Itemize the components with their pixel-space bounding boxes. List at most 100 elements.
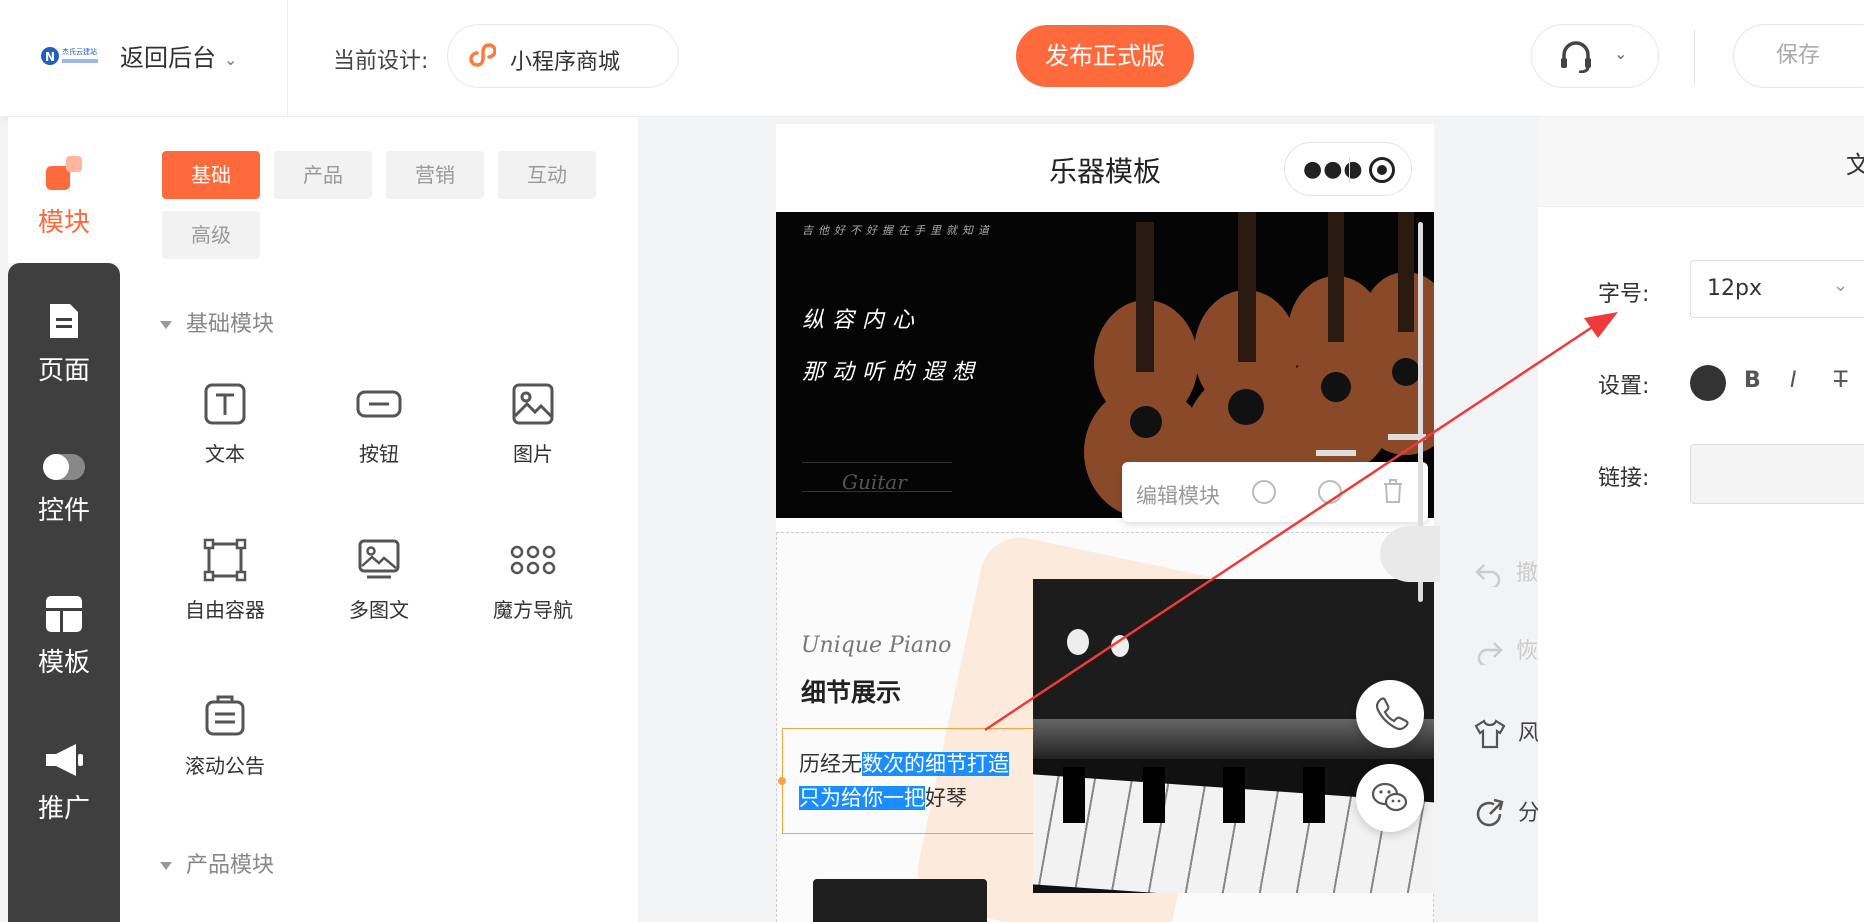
- component-text[interactable]: 文本: [150, 382, 300, 467]
- tab-product[interactable]: 产品: [274, 151, 372, 199]
- detail-text-selected: 数次的细节打造: [862, 752, 1009, 776]
- bold-button[interactable]: B: [1744, 368, 1761, 393]
- edit-module-bar: 编辑模块: [1122, 462, 1428, 522]
- back-to-admin[interactable]: 返回后台 ⌄: [120, 38, 237, 73]
- phone-call-button[interactable]: [1356, 680, 1424, 748]
- tab-marketing[interactable]: 营销: [386, 151, 484, 199]
- redo-tool[interactable]: 恢: [1474, 633, 1539, 668]
- properties-header: 文: [1538, 117, 1864, 207]
- section-product-modules[interactable]: 产品模块: [160, 847, 274, 879]
- rail-label: 模块: [37, 208, 90, 238]
- image-icon: [512, 383, 554, 425]
- header-divider: [287, 0, 288, 117]
- svg-text:N: N: [45, 50, 55, 64]
- tab-interaction[interactable]: 互动: [498, 151, 596, 199]
- phone-preview: 乐器模板 ●●● 吉他好不好握在手里就知道 纵容内心 那动听的遐想 Guitar…: [776, 124, 1434, 922]
- section-label: 基础模块: [186, 312, 275, 337]
- undo-icon: [1475, 564, 1501, 590]
- tab-basic[interactable]: 基础: [162, 151, 260, 199]
- detail-text-selected: 只为给你一把: [799, 786, 925, 810]
- detail-section[interactable]: Unique Piano 细节展示 历经无数次的细节打造 只为给你一把好琴: [776, 530, 1434, 922]
- banner-line-2: 那动听的遐想: [802, 360, 983, 385]
- tool-label: 恢: [1516, 639, 1539, 664]
- logo-text: 杰氏云建站: [62, 47, 97, 56]
- component-free-container[interactable]: 自由容器: [150, 538, 300, 623]
- section-basic-modules[interactable]: 基础模块: [160, 306, 274, 338]
- design-name: 小程序商城: [510, 50, 621, 75]
- text-icon: [204, 383, 246, 425]
- text-color-picker[interactable]: [1690, 365, 1726, 401]
- rail-item-modules[interactable]: 模块: [8, 154, 120, 239]
- detail-text-box[interactable]: 历经无数次的细节打造只为给你一把好琴: [778, 728, 1048, 834]
- share-tool[interactable]: 分: [1474, 795, 1540, 830]
- font-size-label: 字号:: [1598, 282, 1650, 307]
- top-header: N 杰氏云建站 返回后台 ⌄ 当前设计: 小程序商城 发布正式版 ⌄ 保存: [0, 0, 1864, 117]
- rail-label: 模板: [37, 648, 90, 678]
- design-selector[interactable]: 小程序商城: [447, 24, 679, 88]
- link-input[interactable]: [1690, 444, 1864, 504]
- unique-piano-script: Unique Piano: [801, 633, 952, 658]
- rail-item-promotion[interactable]: 推广: [8, 740, 120, 825]
- undo-tool[interactable]: 撤: [1474, 555, 1539, 590]
- publish-button[interactable]: 发布正式版: [1016, 25, 1194, 87]
- more-icon: ●●●: [1303, 157, 1364, 182]
- black-key: [1303, 767, 1325, 823]
- rail-label: 页面: [37, 356, 90, 386]
- tool-label: 撤: [1516, 561, 1539, 586]
- page-icon: [50, 304, 78, 338]
- font-size-select[interactable]: 12px ⌄: [1690, 260, 1864, 318]
- banner-line-1: 纵容内心: [802, 308, 923, 333]
- trash-icon[interactable]: [1382, 478, 1404, 504]
- edit-module-label[interactable]: 编辑模块: [1136, 480, 1220, 510]
- tab-advanced[interactable]: 高级: [162, 211, 260, 259]
- phone-icon: [1375, 697, 1409, 731]
- piano-knob: [1111, 635, 1129, 657]
- style-tool[interactable]: 风: [1474, 715, 1540, 749]
- chevron-down-icon: ⌄: [1614, 44, 1628, 63]
- component-image[interactable]: 图片: [458, 382, 608, 467]
- rail-item-pages[interactable]: 页面: [8, 300, 120, 387]
- component-cube-nav[interactable]: 魔方导航: [458, 538, 608, 623]
- capsule-divider: [1349, 157, 1350, 183]
- detail-text-part: 好琴: [925, 786, 967, 810]
- resize-handle-left[interactable]: [778, 777, 786, 785]
- component-label: 魔方导航: [493, 598, 573, 622]
- caret-down-icon: [160, 321, 172, 329]
- upright-piano-image: [813, 879, 987, 922]
- section-label: 产品模块: [186, 853, 275, 878]
- component-label: 自由容器: [185, 598, 265, 622]
- rail-label: 推广: [37, 794, 90, 824]
- tool-label: 分: [1518, 801, 1541, 826]
- notice-icon: [205, 695, 245, 736]
- component-scroll-notice[interactable]: 滚动公告: [150, 694, 300, 779]
- black-key: [1223, 767, 1245, 823]
- banner-script: Guitar: [842, 470, 907, 494]
- component-button[interactable]: 按钮: [304, 382, 454, 467]
- move-handle-icon[interactable]: [1380, 526, 1440, 582]
- component-label: 滚动公告: [185, 754, 265, 778]
- italic-button[interactable]: I: [1790, 368, 1797, 393]
- component-multi-image-text[interactable]: 多图文: [304, 538, 454, 623]
- brand-logo[interactable]: N 杰氏云建站: [40, 41, 102, 71]
- move-up-icon[interactable]: [1252, 480, 1276, 504]
- support-button[interactable]: ⌄: [1531, 24, 1659, 88]
- chevron-down-icon: ⌄: [1833, 275, 1849, 296]
- current-design-label: 当前设计:: [333, 49, 429, 74]
- save-button[interactable]: 保存: [1733, 24, 1864, 88]
- banner-small-text: 吉他好不好握在手里就知道: [802, 224, 994, 237]
- tool-label: 风: [1518, 721, 1541, 746]
- wechat-button[interactable]: [1356, 764, 1424, 832]
- rail-item-templates[interactable]: 模板: [8, 594, 120, 679]
- move-down-icon[interactable]: [1318, 480, 1342, 504]
- strikethrough-button[interactable]: T: [1834, 368, 1847, 393]
- font-size-value: 12px: [1707, 276, 1762, 301]
- rail-item-controls[interactable]: 控件: [8, 452, 120, 527]
- piano-knob: [1067, 629, 1089, 655]
- header-divider: [1694, 30, 1695, 84]
- back-label: 返回后台: [120, 44, 216, 72]
- miniprogram-capsule[interactable]: ●●●: [1284, 142, 1412, 196]
- close-record-icon: [1369, 157, 1395, 183]
- detail-text-part: 历经无: [799, 752, 862, 776]
- toggle-icon: [43, 454, 85, 480]
- grid-dots-icon: [510, 545, 556, 575]
